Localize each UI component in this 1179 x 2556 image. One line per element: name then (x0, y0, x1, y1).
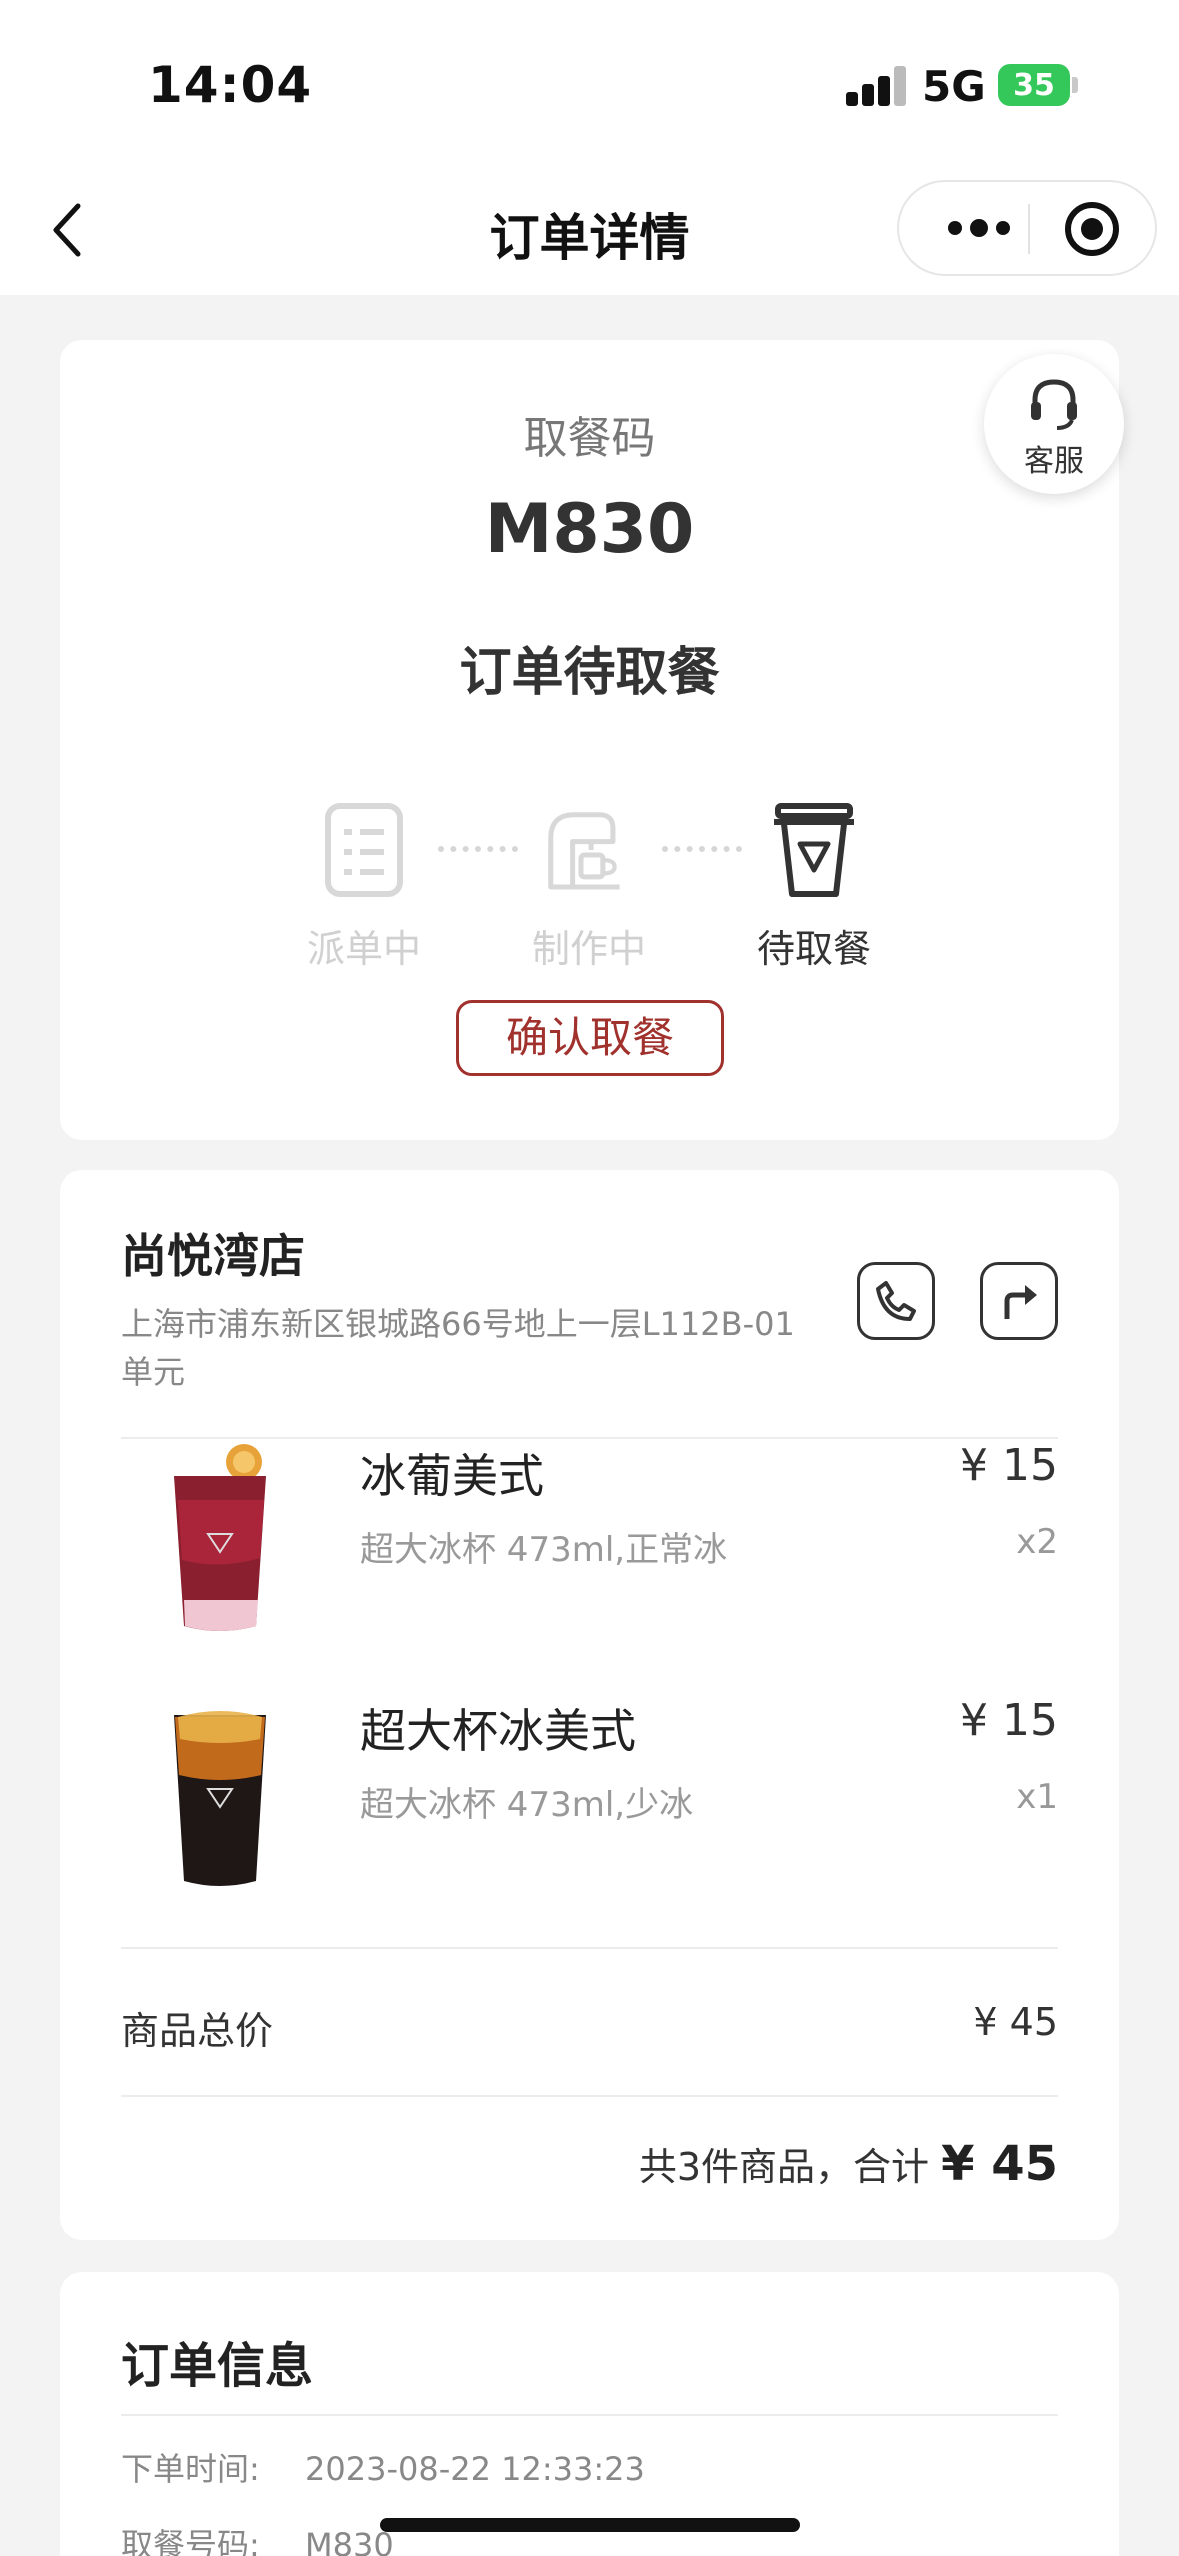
step-label: 制作中 (531, 927, 646, 971)
directions-icon (1004, 1285, 1037, 1319)
coffee-machine-icon (548, 812, 620, 890)
item-quantity: x2 (1016, 1522, 1058, 1562)
customer-service-label: 客服 (1024, 444, 1084, 479)
item-spec: 超大冰杯 473ml,少冰 (360, 1785, 694, 1825)
call-store-button[interactable] (857, 1262, 935, 1340)
step-label: 派单中 (306, 927, 421, 971)
capsule-divider (1028, 204, 1030, 254)
item-quantity: x1 (1016, 1777, 1058, 1817)
navigate-button[interactable] (980, 1262, 1058, 1340)
info-key: 下单时间: (121, 2450, 260, 2488)
close-miniapp-icon[interactable] (1065, 202, 1119, 256)
item-price: ¥ 15 (960, 1440, 1058, 1491)
order-list-icon (325, 803, 403, 897)
battery-cap (1072, 77, 1078, 93)
more-dot-icon (948, 221, 962, 235)
network-type: 5G (922, 62, 986, 111)
item-name: 冰葡美式 (360, 1449, 544, 1503)
more-dot-icon (996, 221, 1010, 235)
battery-level: 35 (1013, 67, 1055, 103)
phone-icon (876, 1281, 916, 1321)
nav-bar: 订单详情 (0, 160, 1179, 295)
store-card: 尚悦湾店 上海市浦东新区银城路66号地上一层L112B-01单元 冰葡美式 超大… (60, 1170, 1119, 2240)
info-value: 2023-08-22 12:33:23 (305, 2450, 645, 2488)
subtotal-value: ¥ 45 (973, 2000, 1058, 2044)
order-total: 共3件商品，合计 ¥ 45 (639, 2136, 1058, 2192)
total-value: ¥ 45 (941, 2136, 1058, 2192)
customer-service-button[interactable]: 客服 (984, 354, 1124, 494)
store-address: 上海市浦东新区银城路66号地上一层L112B-01单元 (121, 1305, 795, 1391)
divider (121, 2414, 1058, 2416)
iced-grape-americano-image (174, 1444, 266, 1631)
divider (121, 1947, 1058, 1949)
store-name: 尚悦湾店 (121, 1229, 305, 1283)
pickup-code-label: 取餐码 (523, 413, 656, 464)
total-prefix: 共3件商品，合计 (638, 2145, 929, 2189)
item-spec: 超大冰杯 473ml,正常冰 (360, 1530, 728, 1570)
pickup-number-row: 取餐号码: M830 (121, 2520, 394, 2556)
takeaway-cup-icon (774, 803, 854, 897)
info-value: M830 (305, 2526, 394, 2556)
pickup-code: M830 (484, 490, 695, 569)
status-time: 14:04 (148, 56, 313, 114)
battery-icon: 35 (998, 64, 1070, 106)
divider (121, 2095, 1058, 2097)
info-key: 取餐号码: (121, 2526, 260, 2556)
step-connector (662, 846, 742, 852)
item-price: ¥ 15 (960, 1695, 1058, 1746)
more-button[interactable] (929, 182, 1029, 274)
headset-icon (1031, 379, 1077, 430)
status-bar: 14:04 5G 35 (0, 0, 1179, 160)
iced-americano-image (174, 1711, 266, 1886)
signal-icon (846, 66, 908, 106)
order-status: 订单待取餐 (459, 643, 720, 703)
subtotal-label: 商品总价 (121, 2009, 274, 2053)
order-time-row: 下单时间: 2023-08-22 12:33:23 (121, 2444, 645, 2490)
step-connector (438, 846, 518, 852)
divider (121, 1437, 1058, 1439)
more-dot-icon (970, 219, 988, 237)
order-info-card: 订单信息 下单时间: 2023-08-22 12:33:23 取餐号码: M830 (60, 2272, 1119, 2556)
order-item: 冰葡美式 超大冰杯 473ml,正常冰 ¥ 15 x2 (60, 1440, 1119, 1660)
home-indicator[interactable] (380, 2518, 800, 2532)
pickup-card: 取餐码 M830 订单待取餐 派单中 制作中 待取餐 确认取餐 (60, 340, 1119, 1140)
miniapp-capsule (897, 180, 1157, 276)
confirm-pickup-button[interactable]: 确认取餐 (456, 1000, 724, 1076)
item-name: 超大杯冰美式 (360, 1704, 636, 1758)
order-item: 超大杯冰美式 超大冰杯 473ml,少冰 ¥ 15 x1 (60, 1695, 1119, 1915)
step-label: 待取餐 (756, 927, 871, 971)
order-info-title: 订单信息 (121, 2338, 314, 2394)
